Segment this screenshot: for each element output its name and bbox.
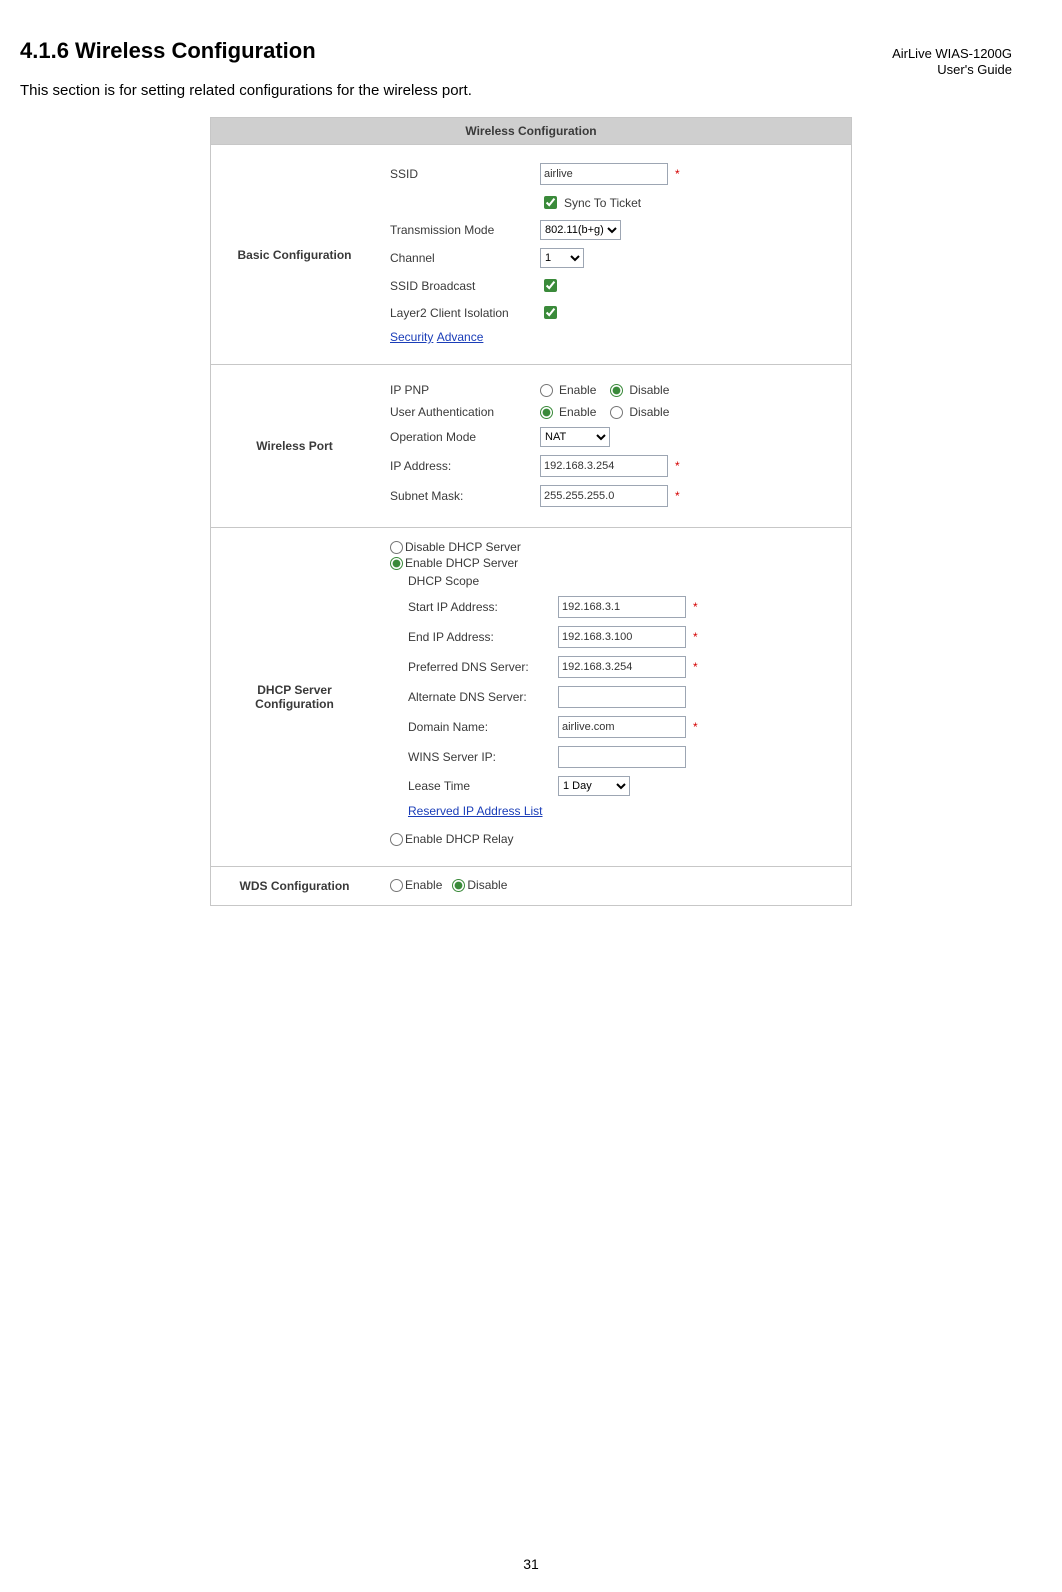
ssid-broadcast-label: SSID Broadcast <box>390 279 540 293</box>
wins-ip-input[interactable] <box>558 746 686 768</box>
security-link[interactable]: Security <box>390 330 433 344</box>
operation-mode-select[interactable]: NAT <box>540 427 610 447</box>
wireless-port-label: Wireless Port <box>211 365 378 527</box>
wds-disable-label: Disable <box>467 878 507 892</box>
header-line2: User's Guide <box>937 62 1012 77</box>
required-marker: * <box>675 167 680 181</box>
preferred-dns-input[interactable] <box>558 656 686 678</box>
required-marker: * <box>693 720 698 734</box>
dhcp-disable-radio[interactable] <box>390 541 403 554</box>
dhcp-config-section: DHCP Server Configuration Disable DHCP S… <box>211 528 851 867</box>
wds-config-label: WDS Configuration <box>211 867 378 905</box>
dhcp-enable-radio[interactable] <box>390 557 403 570</box>
user-auth-disable-label: Disable <box>629 405 669 419</box>
dhcp-enable-label: Enable DHCP Server <box>405 556 518 570</box>
wds-disable-radio[interactable] <box>452 879 465 892</box>
page-number: 31 <box>0 1556 1062 1572</box>
required-marker: * <box>693 630 698 644</box>
dhcp-relay-radio[interactable] <box>390 833 403 846</box>
reserved-ip-link[interactable]: Reserved IP Address List <box>408 804 543 818</box>
transmission-mode-label: Transmission Mode <box>390 223 540 237</box>
ip-address-input[interactable] <box>540 455 668 477</box>
channel-label: Channel <box>390 251 540 265</box>
header-line1: AirLive WIAS-1200G <box>892 46 1012 61</box>
ip-pnp-disable-radio[interactable] <box>610 384 623 397</box>
transmission-mode-select[interactable]: 802.11(b+g) <box>540 220 621 240</box>
wireless-config-panel: Wireless Configuration Basic Configurati… <box>210 117 852 906</box>
ip-pnp-label: IP PNP <box>390 383 540 397</box>
basic-config-label: Basic Configuration <box>211 145 378 364</box>
sync-to-ticket-label: Sync To Ticket <box>564 196 641 210</box>
required-marker: * <box>675 489 680 503</box>
intro-paragraph: This section is for setting related conf… <box>20 82 1042 99</box>
layer2-isolation-checkbox[interactable] <box>544 306 557 319</box>
ssid-broadcast-checkbox[interactable] <box>544 279 557 292</box>
required-marker: * <box>675 459 680 473</box>
user-auth-enable-radio[interactable] <box>540 406 553 419</box>
wds-enable-label: Enable <box>405 878 442 892</box>
lease-time-select[interactable]: 1 Day <box>558 776 630 796</box>
ip-pnp-disable-label: Disable <box>629 383 669 397</box>
end-ip-input[interactable] <box>558 626 686 648</box>
basic-config-section: Basic Configuration SSID * Sync To T <box>211 145 851 365</box>
lease-time-label: Lease Time <box>408 779 558 793</box>
wds-config-section: WDS Configuration Enable Disable <box>211 867 851 905</box>
dhcp-scope-label: DHCP Scope <box>408 574 839 588</box>
header-product: AirLive WIAS-1200G User's Guide <box>892 46 1012 79</box>
start-ip-label: Start IP Address: <box>408 600 558 614</box>
user-auth-disable-radio[interactable] <box>610 406 623 419</box>
wds-enable-radio[interactable] <box>390 879 403 892</box>
user-auth-enable-label: Enable <box>559 405 596 419</box>
wireless-port-section: Wireless Port IP PNP Enable Disable User… <box>211 365 851 528</box>
required-marker: * <box>693 600 698 614</box>
alternate-dns-label: Alternate DNS Server: <box>408 690 558 704</box>
domain-name-label: Domain Name: <box>408 720 558 734</box>
advance-link[interactable]: Advance <box>437 330 484 344</box>
ip-pnp-enable-label: Enable <box>559 383 596 397</box>
subnet-mask-input[interactable] <box>540 485 668 507</box>
dhcp-config-label: DHCP Server Configuration <box>211 528 378 866</box>
start-ip-input[interactable] <box>558 596 686 618</box>
end-ip-label: End IP Address: <box>408 630 558 644</box>
dhcp-relay-label: Enable DHCP Relay <box>405 832 514 846</box>
ip-pnp-enable-radio[interactable] <box>540 384 553 397</box>
section-heading: 4.1.6 Wireless Configuration <box>20 38 1042 64</box>
wins-ip-label: WINS Server IP: <box>408 750 558 764</box>
sync-to-ticket-checkbox[interactable] <box>544 196 557 209</box>
domain-name-input[interactable] <box>558 716 686 738</box>
channel-select[interactable]: 1 <box>540 248 584 268</box>
subnet-mask-label: Subnet Mask: <box>390 489 540 503</box>
preferred-dns-label: Preferred DNS Server: <box>408 660 558 674</box>
ip-address-label: IP Address: <box>390 459 540 473</box>
alternate-dns-input[interactable] <box>558 686 686 708</box>
layer2-isolation-label: Layer2 Client Isolation <box>390 306 540 320</box>
ssid-input[interactable] <box>540 163 668 185</box>
required-marker: * <box>693 660 698 674</box>
ssid-label: SSID <box>390 167 540 181</box>
panel-title: Wireless Configuration <box>211 118 851 145</box>
dhcp-disable-label: Disable DHCP Server <box>405 540 521 554</box>
user-auth-label: User Authentication <box>390 405 540 419</box>
operation-mode-label: Operation Mode <box>390 430 540 444</box>
